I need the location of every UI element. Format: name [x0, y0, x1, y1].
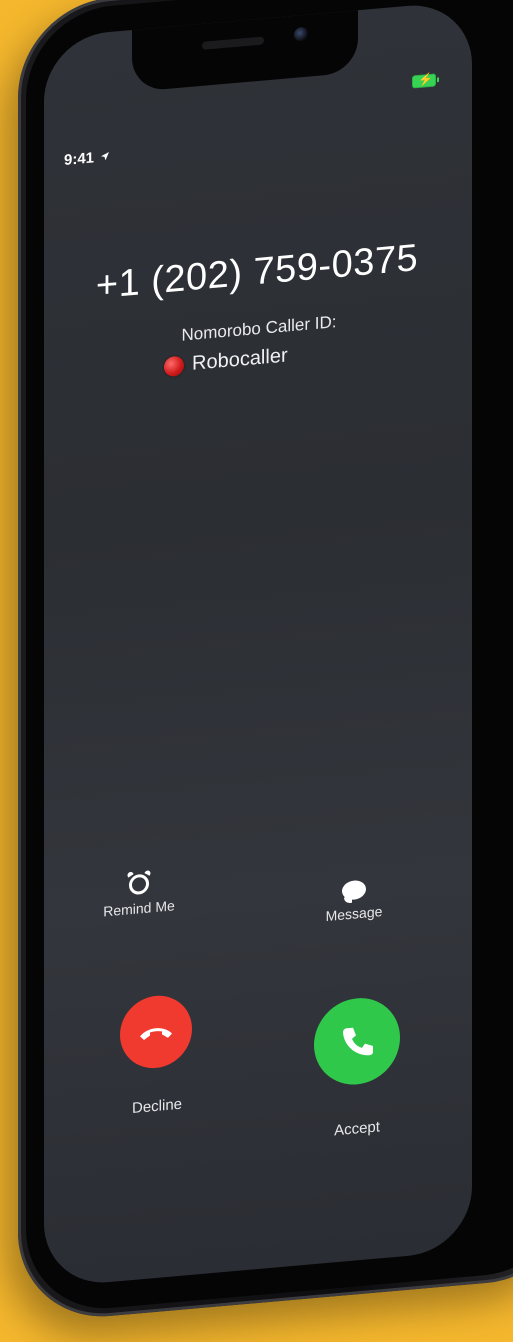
decline-label: Decline	[131, 1095, 183, 1118]
battery-charging-icon: ⚡	[412, 72, 436, 89]
phone-icon	[343, 1027, 373, 1056]
message-button[interactable]: Message	[299, 876, 409, 927]
location-arrow-icon	[101, 152, 110, 161]
alarm-clock-icon	[129, 873, 149, 896]
status-bar-time: 9:41	[64, 148, 110, 169]
background: 9:41 ⚡ +1 (202) 759-0375 Nomorobo Caller…	[0, 0, 513, 1342]
caller-id-name: Robocaller	[192, 344, 288, 375]
phone-device: 9:41 ⚡ +1 (202) 759-0375 Nomorobo Caller…	[18, 0, 513, 1324]
phone-hangup-icon	[140, 1028, 172, 1040]
message-label: Message	[325, 903, 383, 925]
status-time-text: 9:41	[64, 149, 95, 169]
front-camera	[294, 26, 308, 42]
incoming-call-screen: 9:41 ⚡ +1 (202) 759-0375 Nomorobo Caller…	[44, 0, 472, 1288]
accept-label: Accept	[334, 1118, 380, 1140]
accept-button[interactable]	[314, 994, 400, 1089]
remind-me-label: Remind Me	[103, 897, 175, 920]
caller-number: +1 (202) 759-0375	[95, 236, 419, 308]
message-bubble-icon	[342, 879, 366, 901]
earpiece-speaker	[202, 36, 264, 50]
remind-me-button[interactable]: Remind Me	[84, 870, 194, 922]
red-dot-icon	[164, 354, 184, 377]
decline-button[interactable]	[120, 992, 192, 1072]
